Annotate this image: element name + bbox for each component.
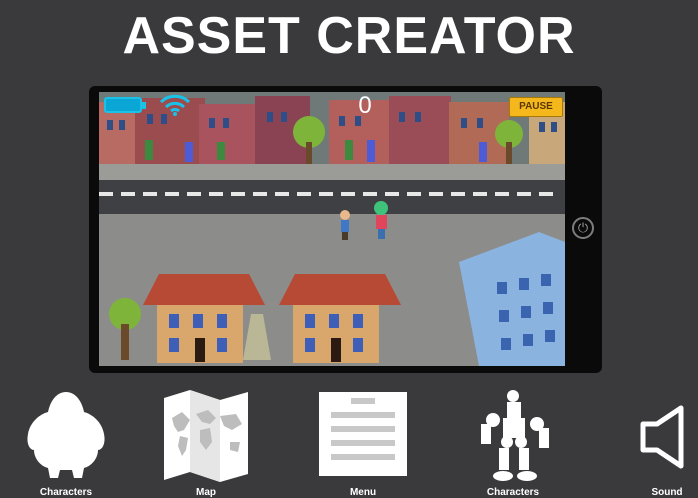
toolbar-label: Map (196, 487, 216, 498)
toolbar-label: Characters (39, 487, 93, 498)
game-screen[interactable] (99, 92, 565, 366)
toolbar-map[interactable]: Map (156, 388, 256, 498)
road-markings (99, 192, 553, 196)
speaker-icon (640, 405, 684, 469)
world-map-icon (164, 390, 248, 482)
toolbar-label: Sound (651, 487, 683, 498)
toolbar-label: Menu (349, 487, 377, 498)
score-display: 0 (358, 92, 372, 119)
wifi-icon (159, 94, 191, 116)
toolbar-menu[interactable]: Menu (313, 388, 413, 498)
toolbar-characters-monster[interactable]: Characters (16, 388, 116, 498)
battery-icon (104, 97, 146, 113)
monster-icon (27, 392, 105, 478)
toolbar-label: Characters (486, 487, 540, 498)
robot-icon (481, 390, 549, 481)
menu-icon (319, 392, 407, 476)
pause-button[interactable]: PAUSE (509, 97, 563, 117)
game-scene (99, 92, 565, 366)
page-title: ASSET CREATOR (122, 7, 576, 65)
power-button[interactable]: ⏻ (572, 217, 594, 239)
toolbar-sound[interactable]: Sound (617, 388, 698, 498)
toolbar-characters-robot[interactable]: Characters (463, 388, 563, 498)
